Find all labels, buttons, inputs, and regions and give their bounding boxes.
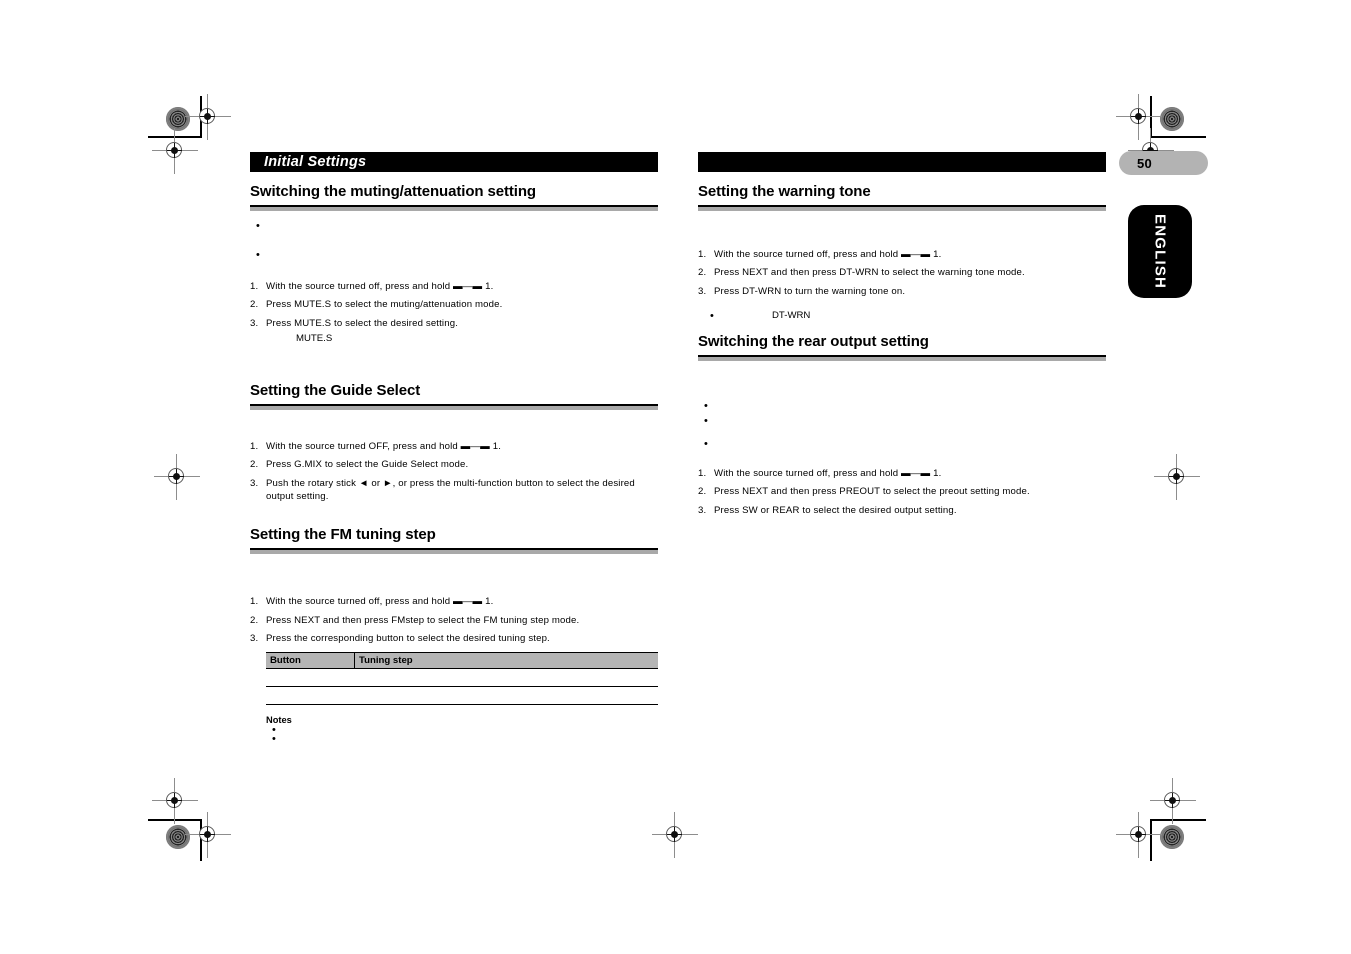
list-item: Press NEXT and then press PREOUT to sele… <box>698 486 1030 498</box>
step-list-guide-select: With the source turned OFF, press and ho… <box>250 441 658 504</box>
page-number: 50 <box>1137 155 1153 171</box>
section-rule-gray <box>698 356 1106 361</box>
registration-mark-bottom-right-outer <box>1116 812 1162 858</box>
section-title-fm-tuning-step: Setting the FM tuning step <box>250 526 436 544</box>
section-rear-output: Switching the rear output setting With t… <box>698 334 1106 518</box>
section-warning-tone: Setting the warning tone With the source… <box>698 183 1106 325</box>
language-tab: ENGLISH <box>1128 205 1192 298</box>
density-patch-bottom-right <box>1160 825 1184 849</box>
tuning-step-table: Button Tuning step <box>266 652 658 706</box>
list-item: Press MUTE.S to select the desired setti… <box>250 318 459 330</box>
right-column: Setting the warning tone With the source… <box>698 152 1106 524</box>
step-list-fm-tuning: With the source turned off, press and ho… <box>250 596 658 646</box>
language-tab-label: ENGLISH <box>1151 213 1169 290</box>
list-item <box>266 726 658 735</box>
list-item <box>250 246 658 265</box>
registration-mark-top-left-outer <box>152 128 198 174</box>
list-item: With the source turned off, press and ho… <box>698 467 942 480</box>
bullet-list-rear-output <box>698 397 1106 454</box>
registration-mark-left-middle <box>154 454 200 500</box>
list-item: Push the rotary stick ◄ or ►, or press t… <box>250 478 635 502</box>
section-rule-gray <box>250 405 658 410</box>
list-item: With the source turned off, press and ho… <box>698 248 942 261</box>
left-column: Initial Settings Switching the muting/at… <box>250 152 658 744</box>
section-title-guide-select: Setting the Guide Select <box>250 382 421 400</box>
table-cell-tuning-step <box>354 668 658 688</box>
table-cell-button <box>266 668 355 688</box>
notes-title: Notes <box>266 715 292 726</box>
mute-s-setting-label: MUTE.S <box>296 332 333 344</box>
section-guide-select: Setting the Guide Select With the source… <box>250 383 658 503</box>
list-item <box>698 412 1106 431</box>
section-title-warning-tone: Setting the warning tone <box>698 183 871 200</box>
chapter-title: Initial Settings <box>264 154 367 170</box>
section-rule-gray <box>698 206 1106 211</box>
table-row <box>266 668 658 688</box>
list-item <box>250 217 658 236</box>
list-item: Press NEXT and then press FMstep to sele… <box>250 614 580 627</box>
section-title-muting-attenuation: Switching the muting/attenuation setting <box>250 183 536 200</box>
list-item: Press G.MIX to select the Guide Select m… <box>250 459 469 471</box>
table-header-button: Button <box>266 652 355 670</box>
list-item: With the source turned OFF, press and ho… <box>250 440 502 453</box>
section-title-rear-output: Switching the rear output setting <box>698 333 929 351</box>
registration-mark-bottom-left-outer <box>185 812 231 858</box>
list-item <box>698 397 1106 416</box>
table-header-tuning-step: Tuning step <box>354 652 658 670</box>
list-item <box>266 735 658 744</box>
bullet-list-muting <box>250 217 658 265</box>
registration-mark-right-middle <box>1154 454 1200 500</box>
page-number-tab: 50 <box>1119 151 1208 175</box>
list-item: Press MUTE.S to select the muting/attenu… <box>250 299 503 311</box>
list-item: Press SW or REAR to select the desired o… <box>698 505 957 517</box>
chapter-header-bar: Initial Settings <box>250 152 658 172</box>
notes-block: Notes <box>266 715 658 744</box>
registration-mark-bottom-center <box>652 812 698 858</box>
section-rule-gray <box>250 206 658 211</box>
section-muting-attenuation: Switching the muting/attenuation setting… <box>250 183 658 345</box>
list-item: Press NEXT and then press DT-WRN to sele… <box>698 267 1025 279</box>
list-item: With the source turned off, press and ho… <box>250 280 494 293</box>
list-item: With the source turned off, press and ho… <box>250 596 494 608</box>
list-item: Press the corresponding button to select… <box>250 633 550 645</box>
step-list-warning-tone: With the source turned off, press and ho… <box>698 249 1106 299</box>
table-cell-button <box>266 686 355 706</box>
list-item: Press DT-WRN to turn the warning tone on… <box>698 286 906 298</box>
table-row <box>266 686 658 706</box>
section-rule-gray <box>250 550 658 555</box>
notes-list <box>266 726 658 744</box>
step-list-rear-output: With the source turned off, press and ho… <box>698 468 1106 518</box>
step-list-muting: With the source turned off, press and ho… <box>250 281 658 331</box>
dt-wrn-option: DT-WRN <box>698 309 1106 325</box>
table-cell-tuning-step <box>354 686 658 706</box>
section-fm-tuning-step: Setting the FM tuning step With the sour… <box>250 527 658 744</box>
list-item <box>698 435 1106 454</box>
chapter-header-bar-blank <box>698 152 1106 172</box>
table-header-row: Button Tuning step <box>266 652 658 670</box>
